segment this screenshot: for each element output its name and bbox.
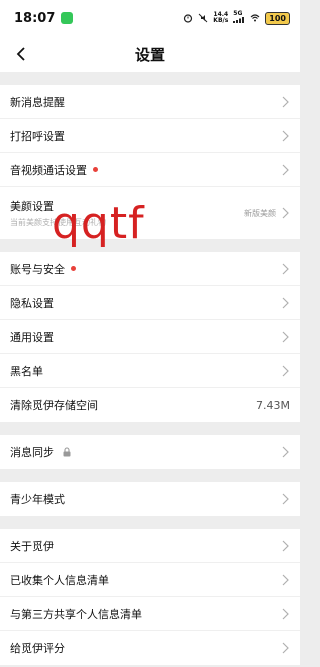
settings-group-5: 关于觅伊 已收集个人信息清单 与第三方共享个人信息清单 给觅伊评分	[0, 529, 300, 665]
nav-bar: 设置	[0, 36, 300, 72]
chevron-right-icon	[282, 96, 289, 107]
unread-dot	[71, 266, 76, 271]
chevron-right-icon	[282, 446, 289, 458]
wifi-icon	[250, 14, 260, 22]
back-arrow-icon[interactable]	[12, 44, 32, 64]
settings-item-av-call[interactable]: 音视频通话设置	[0, 153, 300, 187]
chevron-right-icon	[282, 331, 289, 342]
settings-item-rate-app[interactable]: 给觅伊评分	[0, 631, 300, 665]
chevron-right-icon	[282, 263, 289, 274]
chevron-right-icon	[282, 365, 289, 376]
status-time: 18:07	[14, 10, 56, 26]
settings-item-message-sync[interactable]: 消息同步	[0, 435, 300, 469]
mute-icon	[198, 13, 208, 23]
settings-item-third-party-info[interactable]: 与第三方共享个人信息清单	[0, 597, 300, 631]
chevron-right-icon	[282, 207, 289, 219]
settings-group-2: 账号与安全 隐私设置 通用设置 黑名单 清除觅伊存储空间 7.43M	[0, 252, 300, 422]
net-speed: 14.4 KB/s	[213, 11, 229, 24]
settings-item-new-message-alert[interactable]: 新消息提醒	[0, 85, 300, 119]
alarm-icon	[184, 14, 193, 23]
chevron-right-icon	[282, 493, 289, 505]
settings-group-1: 新消息提醒 打招呼设置 音视频通话设置 美颜设置 当前美颜支持使用互动礼物 新版…	[0, 85, 300, 239]
settings-item-beauty[interactable]: 美颜设置 当前美颜支持使用互动礼物 新版美颜	[0, 187, 300, 239]
chevron-right-icon	[282, 574, 289, 585]
chevron-right-icon	[282, 164, 289, 175]
unread-dot	[93, 167, 98, 172]
settings-item-clear-storage[interactable]: 清除觅伊存储空间 7.43M	[0, 388, 300, 422]
watermark-text: qqtf	[52, 198, 145, 249]
settings-item-collected-info[interactable]: 已收集个人信息清单	[0, 563, 300, 597]
chevron-right-icon	[282, 540, 289, 551]
chevron-right-icon	[282, 130, 289, 141]
chevron-right-icon	[282, 642, 289, 654]
beauty-value: 新版美颜	[244, 208, 276, 218]
settings-item-about[interactable]: 关于觅伊	[0, 529, 300, 563]
page-title: 设置	[134, 45, 165, 64]
lock-icon	[63, 447, 71, 457]
settings-group-3: 消息同步	[0, 435, 300, 469]
settings-item-teen-mode[interactable]: 青少年模式	[0, 482, 300, 516]
settings-item-greeting[interactable]: 打招呼设置	[0, 119, 300, 153]
signal-indicator: 5G	[233, 11, 245, 25]
settings-item-general[interactable]: 通用设置	[0, 320, 300, 354]
status-bar: 18:07 14.4 KB/s 5G 100	[0, 0, 300, 36]
settings-item-account-security[interactable]: 账号与安全	[0, 252, 300, 286]
chevron-right-icon	[282, 608, 289, 619]
storage-size-value: 7.43M	[256, 398, 290, 412]
settings-group-4: 青少年模式	[0, 482, 300, 516]
app-notification-icon	[61, 12, 74, 24]
settings-item-privacy[interactable]: 隐私设置	[0, 286, 300, 320]
chevron-right-icon	[282, 297, 289, 308]
settings-item-blacklist[interactable]: 黑名单	[0, 354, 300, 388]
battery-indicator: 100	[265, 11, 290, 25]
